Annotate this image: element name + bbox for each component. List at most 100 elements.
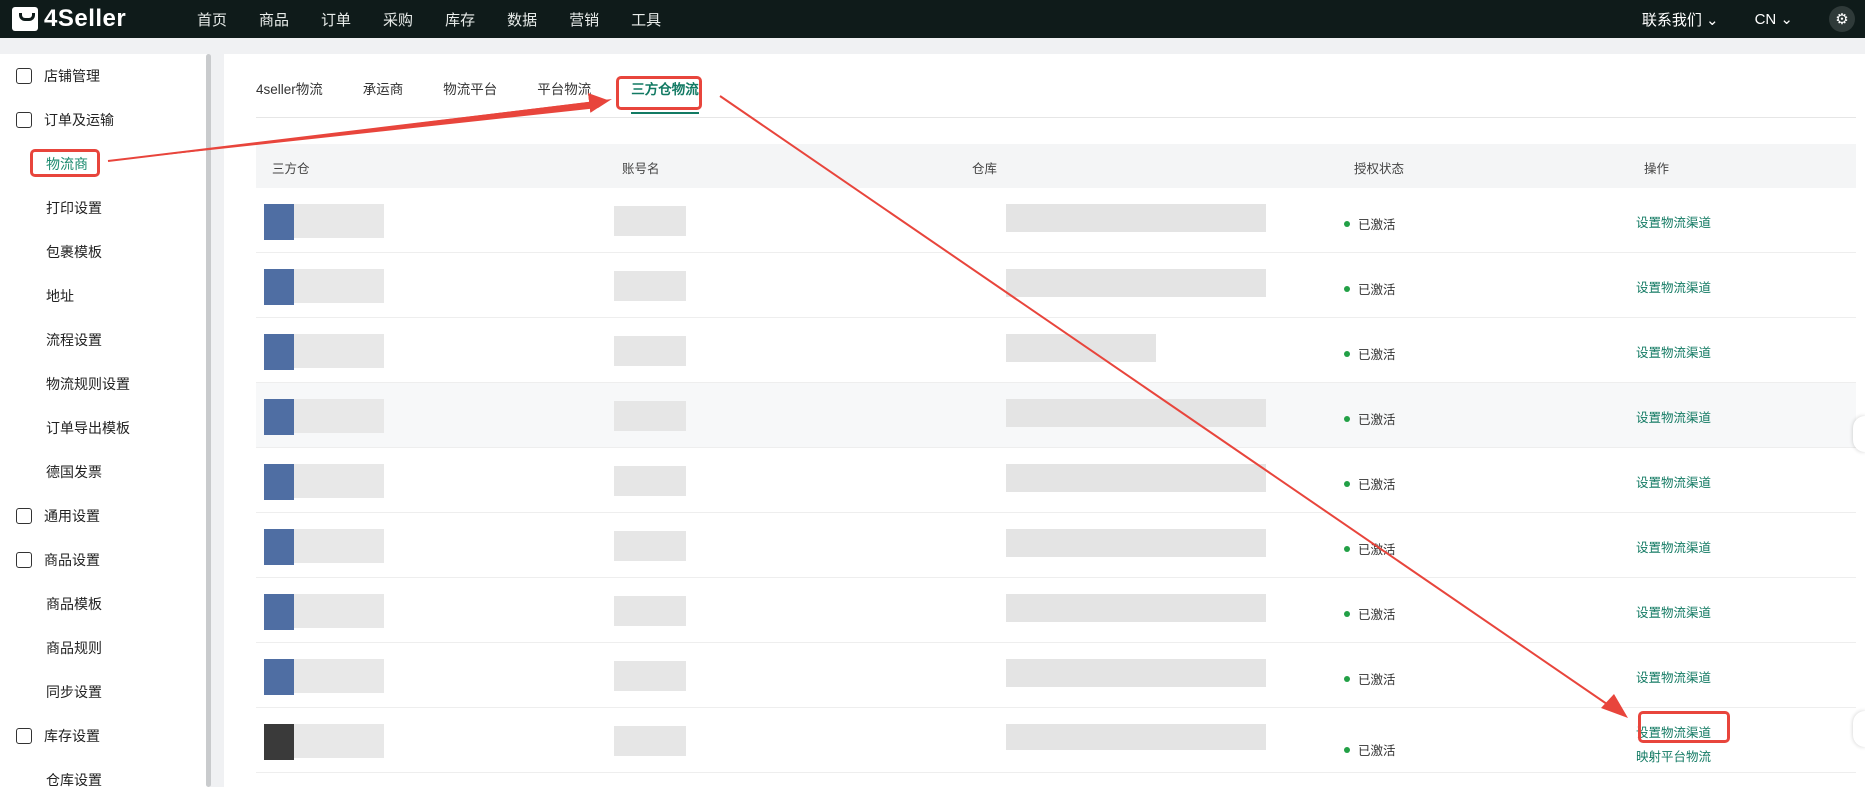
status-dot-icon [1344, 746, 1350, 753]
status-dot-icon [1344, 220, 1350, 227]
highlight-box-set-channel [1638, 711, 1730, 743]
main-content: 4seller物流 承运商 物流平台 平台物流 三方仓物流 三方仓 账号名 仓库… [224, 54, 1865, 787]
redacted-block [1006, 334, 1156, 362]
status-text: 已激活 [1358, 608, 1396, 622]
redacted-block [614, 466, 686, 496]
set-logistics-channel-link[interactable]: 设置物流渠道 [1636, 667, 1711, 686]
redacted-block [614, 206, 686, 236]
status-text: 已激活 [1358, 283, 1396, 297]
tab-logistics-platform[interactable]: 物流平台 [443, 78, 497, 110]
redacted-block [264, 594, 294, 630]
sidebar-item-inventory-settings[interactable]: 库存设置 [0, 722, 205, 750]
contact-us-label: 联系我们 [1641, 11, 1702, 29]
contact-us-dropdown[interactable]: 联系我们 ⌄ [1642, 9, 1719, 30]
sidebar-item-product-template[interactable]: 商品模板 [0, 590, 205, 618]
sidebar-item-product-rules[interactable]: 商品规则 [0, 634, 205, 662]
tab-4seller-logistics[interactable]: 4seller物流 [256, 78, 323, 110]
chevron-down-icon: ⌄ [1706, 11, 1719, 29]
sidebar-item-package-template[interactable]: 包裹模板 [0, 238, 205, 266]
redacted-block [1006, 399, 1266, 427]
map-platform-logistics-link[interactable]: 映射平台物流 [1636, 746, 1711, 765]
sidebar-item-general-settings[interactable]: 通用设置 [0, 502, 205, 530]
tab-platform-logistics[interactable]: 平台物流 [537, 78, 591, 110]
redacted-block [294, 659, 384, 693]
sidebar-scrollbar[interactable] [206, 54, 211, 787]
nav-item-products[interactable]: 商品 [259, 9, 289, 30]
main-nav: 首页 商品 订单 采购 库存 数据 营销 工具 [197, 9, 693, 30]
tab-carriers[interactable]: 承运商 [363, 78, 404, 110]
sidebar-item-process-settings[interactable]: 流程设置 [0, 326, 205, 354]
set-logistics-channel-link[interactable]: 设置物流渠道 [1636, 472, 1711, 491]
nav-item-home[interactable]: 首页 [197, 9, 227, 30]
sidebar-item-label: 商品规则 [46, 640, 102, 656]
status-badge: 已激活 [1344, 669, 1396, 688]
status-badge: 已激活 [1344, 604, 1396, 623]
set-logistics-channel-link[interactable]: 设置物流渠道 [1636, 602, 1711, 621]
store-icon [16, 68, 32, 84]
nav-item-data[interactable]: 数据 [507, 9, 537, 30]
top-right-controls: 联系我们 ⌄ CN ⌄ ⚙ [1642, 0, 1865, 38]
redacted-block [264, 399, 294, 435]
redacted-block [294, 204, 384, 238]
gear-icon[interactable]: ⚙ [1829, 6, 1855, 32]
nav-item-orders[interactable]: 订单 [321, 9, 351, 30]
redacted-block [1006, 269, 1266, 297]
sidebar-item-orders-shipping[interactable]: 订单及运输 [0, 106, 205, 134]
redacted-block [614, 401, 686, 431]
order-icon [16, 112, 32, 128]
sidebar-item-label: 包裹模板 [46, 244, 102, 260]
set-logistics-channel-link[interactable]: 设置物流渠道 [1636, 537, 1711, 556]
status-dot-icon [1344, 350, 1350, 357]
top-navigation-bar: 4Seller 首页 商品 订单 采购 库存 数据 营销 工具 联系我们 ⌄ C… [0, 0, 1865, 38]
language-dropdown[interactable]: CN ⌄ [1755, 10, 1793, 28]
sidebar-item-sync-settings[interactable]: 同步设置 [0, 678, 205, 706]
sidebar-item-address[interactable]: 地址 [0, 282, 205, 310]
sidebar-item-print-settings[interactable]: 打印设置 [0, 194, 205, 222]
redacted-block [1006, 724, 1266, 750]
table-row: 已激活 设置物流渠道 [256, 188, 1856, 253]
redacted-block [1006, 204, 1266, 232]
redacted-block [264, 334, 294, 370]
sidebar-item-label: 仓库设置 [46, 772, 102, 787]
sidebar-item-label: 库存设置 [44, 728, 100, 744]
set-logistics-channel-link[interactable]: 设置物流渠道 [1636, 342, 1711, 361]
logo[interactable]: 4Seller [12, 5, 197, 33]
sidebar-item-label: 地址 [46, 288, 74, 304]
collapse-handle-right[interactable] [1853, 711, 1865, 747]
status-badge: 已激活 [1344, 279, 1396, 298]
nav-item-marketing[interactable]: 营销 [569, 9, 599, 30]
table-header: 三方仓 账号名 仓库 授权状态 操作 [256, 144, 1856, 188]
nav-item-inventory[interactable]: 库存 [445, 9, 475, 30]
status-dot-icon [1344, 285, 1350, 292]
inventory-icon [16, 728, 32, 744]
sidebar-item-label: 同步设置 [46, 684, 102, 700]
nav-item-purchase[interactable]: 采购 [383, 9, 413, 30]
status-badge: 已激活 [1344, 214, 1396, 233]
redacted-block [294, 594, 384, 628]
collapse-handle-right[interactable] [1853, 416, 1865, 452]
status-text: 已激活 [1358, 348, 1396, 362]
redacted-block [294, 399, 384, 433]
sidebar-item-label: 商品设置 [44, 552, 100, 568]
logo-text: 4Seller [44, 5, 127, 32]
set-logistics-channel-link[interactable]: 设置物流渠道 [1636, 212, 1711, 231]
status-text: 已激活 [1358, 413, 1396, 427]
set-logistics-channel-link[interactable]: 设置物流渠道 [1636, 407, 1711, 426]
sidebar-item-logistics-rules[interactable]: 物流规则设置 [0, 370, 205, 398]
status-dot-icon [1344, 480, 1350, 487]
column-header-3pl: 三方仓 [272, 162, 310, 176]
sidebar-item-order-export-template[interactable]: 订单导出模板 [0, 414, 205, 442]
redacted-block [264, 464, 294, 500]
redacted-block [614, 596, 686, 626]
status-text: 已激活 [1358, 218, 1396, 232]
language-label: CN [1754, 11, 1777, 28]
sidebar-item-warehouse-settings[interactable]: 仓库设置 [0, 766, 205, 787]
nav-item-tools[interactable]: 工具 [631, 9, 661, 30]
set-logistics-channel-link[interactable]: 设置物流渠道 [1636, 277, 1711, 296]
sidebar-item-store-management[interactable]: 店铺管理 [0, 62, 205, 90]
redacted-block [614, 336, 686, 366]
sidebar-item-german-invoice[interactable]: 德国发票 [0, 458, 205, 486]
status-text: 已激活 [1358, 478, 1396, 492]
logo-bag-icon [12, 7, 38, 31]
sidebar-item-product-settings[interactable]: 商品设置 [0, 546, 205, 574]
